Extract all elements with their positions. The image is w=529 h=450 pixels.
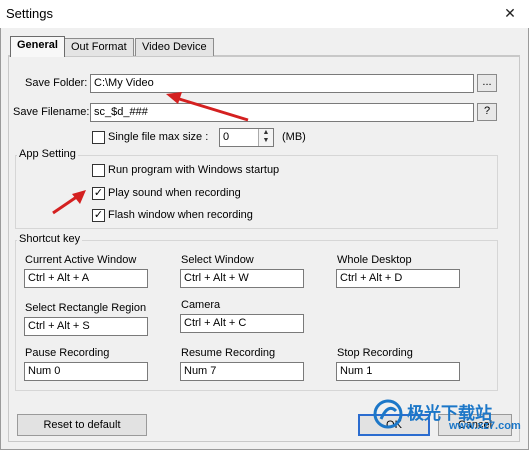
annotation-arrows bbox=[52, 92, 249, 215]
watermark-logo-icon bbox=[373, 399, 403, 429]
arrow-to-app-setting bbox=[52, 190, 86, 215]
watermark-url: www.xz7.com bbox=[449, 420, 521, 432]
arrow-to-save-folder bbox=[166, 92, 249, 122]
